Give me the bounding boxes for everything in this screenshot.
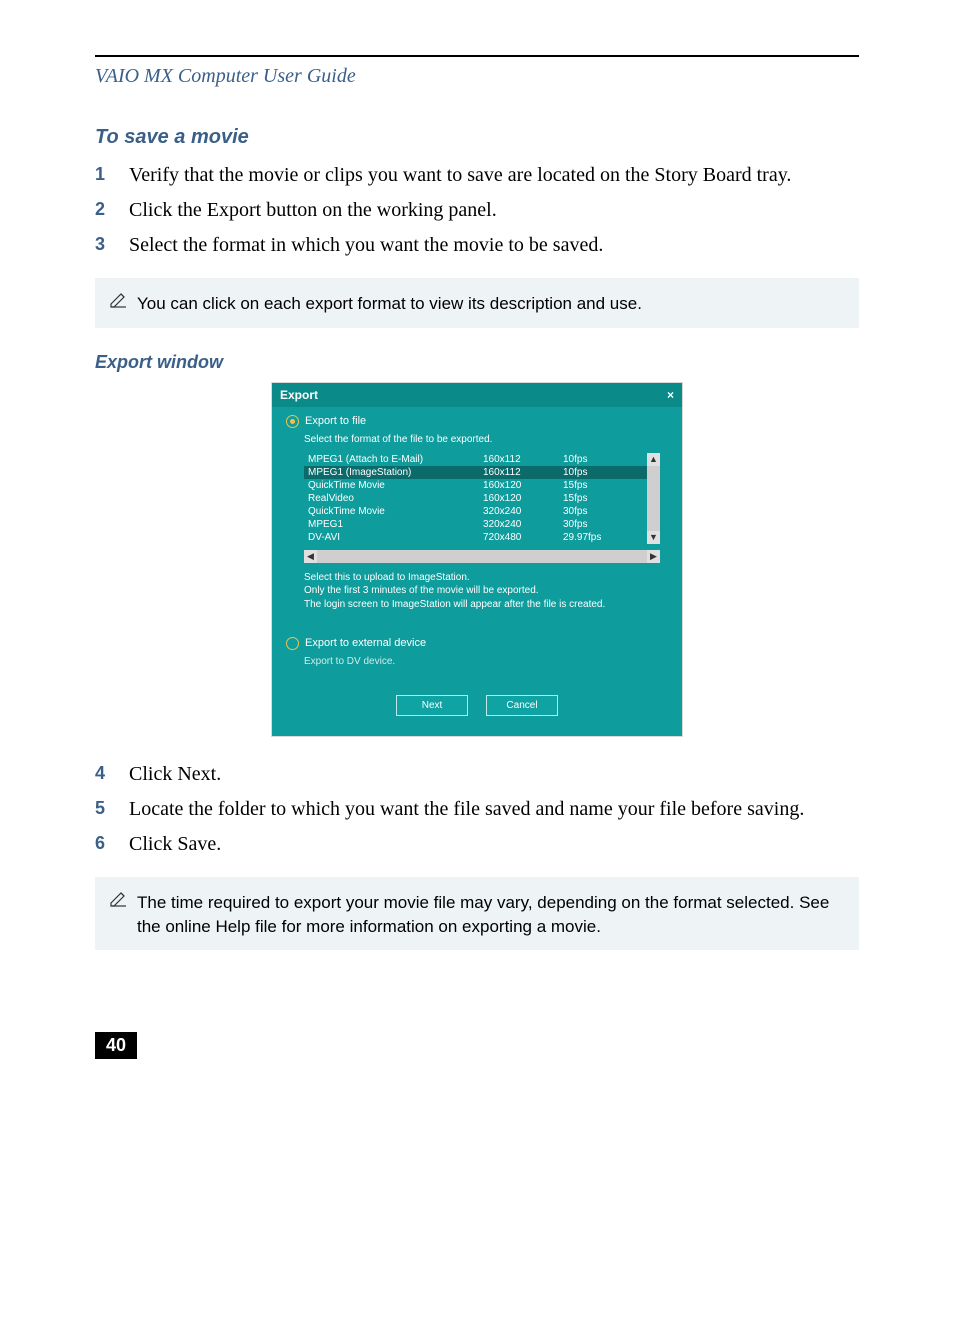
step-number: 1 <box>95 161 107 190</box>
step-text: Verify that the movie or clips you want … <box>129 161 791 190</box>
format-description: Select this to upload to ImageStation. O… <box>304 571 660 625</box>
scroll-track[interactable] <box>647 466 660 531</box>
format-list[interactable]: MPEG1 (Attach to E-Mail)160x11210fpsMPEG… <box>304 453 647 544</box>
page-number: 40 <box>95 1032 137 1059</box>
format-row[interactable]: MPEG1 (Attach to E-Mail)160x11210fps <box>304 453 647 466</box>
step-number: 5 <box>95 795 107 824</box>
format-name: MPEG1 (ImageStation) <box>308 467 483 478</box>
format-resolution: 160x120 <box>483 493 563 504</box>
horizontal-scrollbar[interactable]: ◀ ▶ <box>304 550 660 563</box>
external-device-label: Export to DV device. <box>304 656 668 667</box>
format-fps: 29.97fps <box>563 532 623 543</box>
radio-export-to-external[interactable]: Export to external device <box>286 637 668 650</box>
step-item: 4 Click Next. <box>95 760 859 789</box>
step-number: 3 <box>95 231 107 260</box>
step-text: Click Next. <box>129 760 221 789</box>
format-fps: 15fps <box>563 493 623 504</box>
format-resolution: 720x480 <box>483 532 563 543</box>
note-text: You can click on each export format to v… <box>137 290 642 316</box>
radio-selected-icon <box>286 415 299 428</box>
step-text: Select the format in which you want the … <box>129 231 603 260</box>
close-icon[interactable]: × <box>667 388 674 402</box>
scroll-left-icon[interactable]: ◀ <box>304 550 317 563</box>
radio-label: Export to external device <box>305 637 426 649</box>
format-fps: 10fps <box>563 454 623 465</box>
running-head: VAIO MX Computer User Guide <box>95 65 859 88</box>
pencil-note-icon <box>109 290 129 315</box>
step-number: 2 <box>95 196 107 225</box>
step-text: Click Save. <box>129 830 221 859</box>
step-number: 6 <box>95 830 107 859</box>
radio-export-to-file[interactable]: Export to file <box>286 415 668 428</box>
scroll-right-icon[interactable]: ▶ <box>647 550 660 563</box>
steps-list-top: 1 Verify that the movie or clips you wan… <box>95 161 859 260</box>
dialog-title: Export <box>280 388 318 402</box>
format-name: QuickTime Movie <box>308 480 483 491</box>
step-number: 4 <box>95 760 107 789</box>
desc-line: Only the first 3 minutes of the movie wi… <box>304 584 660 598</box>
cancel-button[interactable]: Cancel <box>486 695 558 716</box>
format-name: RealVideo <box>308 493 483 504</box>
format-row[interactable]: RealVideo160x12015fps <box>304 492 647 505</box>
dialog-titlebar: Export × <box>272 383 682 407</box>
format-resolution: 320x240 <box>483 519 563 530</box>
next-button[interactable]: Next <box>396 695 468 716</box>
format-resolution: 160x120 <box>483 480 563 491</box>
scroll-track[interactable] <box>317 550 647 563</box>
format-name: DV-AVI <box>308 532 483 543</box>
format-resolution: 160x112 <box>483 467 563 478</box>
scroll-down-icon[interactable]: ▼ <box>647 531 660 544</box>
step-text: Locate the folder to which you want the … <box>129 795 804 824</box>
format-name: QuickTime Movie <box>308 506 483 517</box>
sub-instruction: Select the format of the file to be expo… <box>304 434 668 445</box>
format-name: MPEG1 <box>308 519 483 530</box>
step-item: 5 Locate the folder to which you want th… <box>95 795 859 824</box>
format-fps: 30fps <box>563 506 623 517</box>
format-fps: 30fps <box>563 519 623 530</box>
format-row[interactable]: MPEG1 (ImageStation)160x11210fps <box>304 466 647 479</box>
format-resolution: 320x240 <box>483 506 563 517</box>
note-box: The time required to export your movie f… <box>95 877 859 951</box>
format-fps: 15fps <box>563 480 623 491</box>
export-dialog: Export × Export to file Select the forma… <box>272 383 682 736</box>
note-text: The time required to export your movie f… <box>137 889 845 939</box>
format-row[interactable]: QuickTime Movie160x12015fps <box>304 479 647 492</box>
vertical-scrollbar[interactable]: ▲ ▼ <box>647 453 660 544</box>
step-text: Click the Export button on the working p… <box>129 196 497 225</box>
figure-caption-export-window: Export window <box>95 352 859 373</box>
format-name: MPEG1 (Attach to E-Mail) <box>308 454 483 465</box>
step-item: 3 Select the format in which you want th… <box>95 231 859 260</box>
format-fps: 10fps <box>563 467 623 478</box>
format-row[interactable]: MPEG1320x24030fps <box>304 518 647 531</box>
scroll-up-icon[interactable]: ▲ <box>647 453 660 466</box>
desc-line: The login screen to ImageStation will ap… <box>304 598 660 612</box>
pencil-note-icon <box>109 889 129 914</box>
format-row[interactable]: QuickTime Movie320x24030fps <box>304 505 647 518</box>
steps-list-bottom: 4 Click Next. 5 Locate the folder to whi… <box>95 760 859 859</box>
format-row[interactable]: DV-AVI720x48029.97fps <box>304 531 647 544</box>
step-item: 1 Verify that the movie or clips you wan… <box>95 161 859 190</box>
desc-line: Select this to upload to ImageStation. <box>304 571 660 585</box>
step-item: 2 Click the Export button on the working… <box>95 196 859 225</box>
radio-unselected-icon <box>286 637 299 650</box>
step-item: 6 Click Save. <box>95 830 859 859</box>
radio-label: Export to file <box>305 415 366 427</box>
section-title-save-movie: To save a movie <box>95 126 859 149</box>
note-box: You can click on each export format to v… <box>95 278 859 328</box>
format-resolution: 160x112 <box>483 454 563 465</box>
